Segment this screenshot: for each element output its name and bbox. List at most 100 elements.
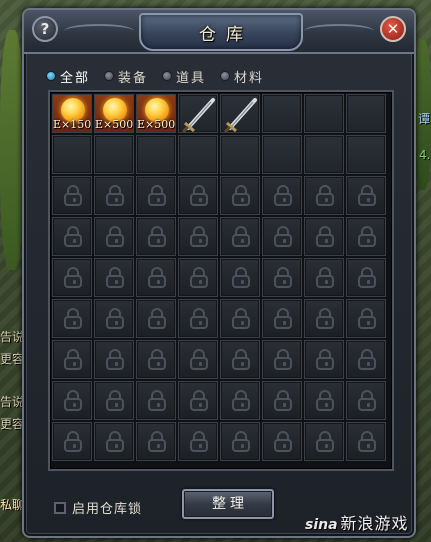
inventory-slot-locked[interactable]	[52, 381, 92, 420]
inventory-slot-empty[interactable]	[178, 135, 218, 174]
inventory-slot-locked[interactable]	[52, 176, 92, 215]
inventory-slot-locked[interactable]	[220, 217, 260, 256]
inventory-slot-locked[interactable]	[262, 176, 302, 215]
inventory-slot-locked[interactable]	[262, 299, 302, 338]
inventory-slot-locked[interactable]	[178, 217, 218, 256]
inventory-slot-locked[interactable]	[94, 176, 134, 215]
inventory-slot-locked[interactable]	[136, 381, 176, 420]
close-icon: ✕	[386, 20, 400, 38]
inventory-slot-locked[interactable]	[52, 258, 92, 297]
lock-icon	[357, 431, 377, 453]
sort-button[interactable]: 整理	[182, 489, 274, 519]
inventory-slot-locked[interactable]	[304, 381, 344, 420]
inventory-slot-locked[interactable]	[178, 299, 218, 338]
inventory-slot-locked[interactable]	[262, 381, 302, 420]
inventory-slot-locked[interactable]	[346, 422, 386, 461]
inventory-slot-locked[interactable]	[52, 217, 92, 256]
lock-body	[316, 398, 334, 411]
inventory-slot-locked[interactable]	[94, 381, 134, 420]
lock-body	[190, 357, 208, 370]
inventory-slot-locked[interactable]	[178, 381, 218, 420]
inventory-slot-filled[interactable]	[220, 94, 260, 133]
inventory-slot-locked[interactable]	[262, 258, 302, 297]
inventory-slot-locked[interactable]	[178, 176, 218, 215]
inventory-slot-empty[interactable]	[52, 135, 92, 174]
inventory-slot-locked[interactable]	[304, 217, 344, 256]
inventory-slot-locked[interactable]	[52, 299, 92, 338]
tab-all[interactable]: 全部	[46, 68, 90, 86]
inventory-slot-locked[interactable]	[346, 299, 386, 338]
inventory-slot-empty[interactable]	[304, 94, 344, 133]
inventory-slot-locked[interactable]	[94, 299, 134, 338]
inventory-slot-locked[interactable]	[262, 217, 302, 256]
inventory-slot-locked[interactable]	[346, 217, 386, 256]
inventory-slot-locked[interactable]	[136, 340, 176, 379]
lock-keyhole	[73, 362, 76, 366]
inventory-slot-locked[interactable]	[220, 176, 260, 215]
inventory-slot-locked[interactable]	[304, 258, 344, 297]
lock-body	[64, 275, 82, 288]
inventory-slot-locked[interactable]	[178, 258, 218, 297]
inventory-slot-empty[interactable]	[220, 135, 260, 174]
lock-keyhole	[115, 321, 118, 325]
inventory-slot-filled[interactable]	[178, 94, 218, 133]
inventory-slot-locked[interactable]	[304, 299, 344, 338]
lock-body	[358, 234, 376, 247]
inventory-slot-empty[interactable]	[94, 135, 134, 174]
inventory-slot-locked[interactable]	[262, 340, 302, 379]
inventory-slot-locked[interactable]	[94, 217, 134, 256]
inventory-slot-locked[interactable]	[136, 299, 176, 338]
lock-icon	[105, 308, 125, 330]
inventory-slot-empty[interactable]	[136, 135, 176, 174]
inventory-slot-empty[interactable]	[346, 135, 386, 174]
inventory-slot-locked[interactable]	[220, 299, 260, 338]
lock-keyhole	[73, 403, 76, 407]
inventory-slot-empty[interactable]	[304, 135, 344, 174]
inventory-slot-empty[interactable]	[346, 94, 386, 133]
tab-materials[interactable]: 材料	[220, 68, 264, 86]
inventory-slot-locked[interactable]	[304, 340, 344, 379]
help-button[interactable]: ?	[32, 16, 58, 42]
title-bar: 仓库 ? ✕	[24, 10, 414, 54]
tab-equipment[interactable]: 装备	[104, 68, 148, 86]
lock-keyhole	[199, 362, 202, 366]
warehouse-lock-toggle[interactable]: 启用仓库锁	[54, 498, 142, 517]
inventory-slot-locked[interactable]	[94, 258, 134, 297]
inventory-slot-filled[interactable]: E×500	[136, 94, 176, 133]
bg-chat-text[interactable]: 私聊	[0, 498, 24, 512]
tab-items[interactable]: 道具	[162, 68, 206, 86]
inventory-slot-empty[interactable]	[262, 135, 302, 174]
inventory-slot-locked[interactable]	[178, 422, 218, 461]
inventory-slot-locked[interactable]	[304, 176, 344, 215]
inventory-slot-locked[interactable]	[262, 422, 302, 461]
inventory-slot-locked[interactable]	[52, 422, 92, 461]
lock-keyhole	[241, 403, 244, 407]
game-scene: 谭 4. 告说 更容 告说 更容 私聊 仓库 ? ✕ 全部 装备 道具 材料 E…	[0, 0, 431, 542]
lock-keyhole	[283, 198, 286, 202]
inventory-slot-locked[interactable]	[52, 340, 92, 379]
lock-checkbox[interactable]	[54, 501, 66, 514]
inventory-slot-filled[interactable]: E×150	[52, 94, 92, 133]
inventory-slot-empty[interactable]	[262, 94, 302, 133]
inventory-slot-filled[interactable]: E×500	[94, 94, 134, 133]
inventory-slot-locked[interactable]	[346, 340, 386, 379]
lock-keyhole	[367, 444, 370, 448]
inventory-slot-locked[interactable]	[94, 422, 134, 461]
inventory-slot-locked[interactable]	[220, 422, 260, 461]
close-button[interactable]: ✕	[380, 16, 406, 42]
inventory-slot-locked[interactable]	[136, 422, 176, 461]
inventory-slot-locked[interactable]	[136, 176, 176, 215]
inventory-slot-locked[interactable]	[220, 340, 260, 379]
inventory-slot-locked[interactable]	[346, 176, 386, 215]
inventory-slot-locked[interactable]	[220, 258, 260, 297]
inventory-slot-locked[interactable]	[304, 422, 344, 461]
inventory-slot-locked[interactable]	[346, 381, 386, 420]
inventory-slot-locked[interactable]	[94, 340, 134, 379]
inventory-slot-locked[interactable]	[136, 258, 176, 297]
lock-icon	[231, 308, 251, 330]
inventory-slot-locked[interactable]	[178, 340, 218, 379]
lock-body	[316, 234, 334, 247]
inventory-slot-locked[interactable]	[136, 217, 176, 256]
inventory-slot-locked[interactable]	[346, 258, 386, 297]
inventory-slot-locked[interactable]	[220, 381, 260, 420]
